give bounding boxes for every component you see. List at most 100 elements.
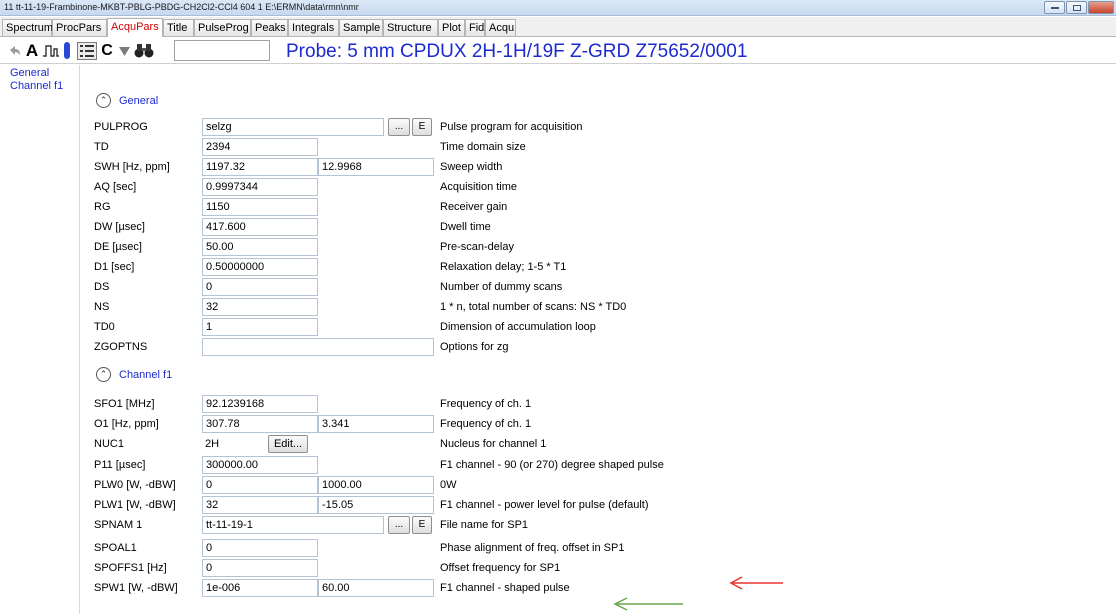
tab-acqupars[interactable]: AcquPars (107, 18, 163, 37)
param-description: 0W (440, 479, 457, 491)
param-value2-input[interactable]: 60.00 (318, 579, 434, 597)
param-description: Acquisition time (440, 181, 518, 193)
param-value-input[interactable]: 300000.00 (202, 456, 318, 474)
close-button[interactable] (1088, 1, 1114, 14)
section-general-title: General (119, 94, 159, 107)
tab-integrals[interactable]: Integrals (288, 19, 339, 36)
param-value2-input[interactable]: 3.341 (318, 415, 434, 433)
edit-spnam-button[interactable]: E (412, 516, 432, 534)
param-row-spw1: SPW1 [W, -dBW] 1e-006 60.00 F1 channel -… (0, 579, 1036, 599)
param-value-input[interactable]: 50.00 (202, 238, 318, 256)
tab-structure[interactable]: Structure (383, 19, 438, 36)
tab-sample[interactable]: Sample (339, 19, 383, 36)
param-value-input[interactable]: 92.1239168 (202, 395, 318, 413)
param-name: NUC1 (94, 438, 124, 450)
probe-label: Probe: 5 mm CPDUX 2H-1H/19F Z-GRD Z75652… (286, 41, 748, 62)
minimize-button[interactable] (1044, 1, 1065, 14)
section-general-header[interactable]: ⌃ General (96, 93, 158, 108)
param-row-rg: RG 1150 Receiver gain (0, 198, 1036, 218)
param-description: Options for zg (440, 341, 509, 353)
param-value: 2H (205, 438, 220, 450)
collapse-chevron-icon[interactable]: ⌃ (96, 367, 111, 382)
param-description: Sweep width (440, 161, 503, 173)
param-value-input[interactable]: 1150 (202, 198, 318, 216)
tube-icon[interactable] (62, 42, 72, 60)
param-name: SPNAM 1 (94, 519, 143, 531)
tab-spectrum[interactable]: Spectrum (2, 19, 53, 36)
param-value-input[interactable]: 0 (202, 278, 318, 296)
c-icon[interactable]: C (100, 42, 114, 60)
green-arrow-icon (613, 597, 683, 611)
param-row-p11: P11 [µsec] 300000.00 F1 channel - 90 (or… (0, 456, 1036, 476)
param-description: Pulse program for acquisition (440, 121, 583, 133)
param-value-input[interactable]: tt-11-19-1 (202, 516, 384, 534)
tab-title[interactable]: Title (163, 19, 194, 36)
param-value-input[interactable]: 0 (202, 476, 318, 494)
collapse-chevron-icon[interactable]: ⌃ (96, 93, 111, 108)
edit-nucleus-button[interactable]: Edit... (268, 435, 308, 453)
param-description: Time domain size (440, 141, 526, 153)
tab-procpars[interactable]: ProcPars (52, 19, 107, 36)
param-value-input[interactable]: selzg (202, 118, 384, 136)
param-row-ds: DS 0 Number of dummy scans (0, 278, 1036, 298)
nav-item-channel-f1[interactable]: Channel f1 (0, 80, 79, 93)
param-value2-input[interactable]: 1000.00 (318, 476, 434, 494)
tab-fid[interactable]: Fid (465, 19, 485, 36)
section-channel-f1-header[interactable]: ⌃ Channel f1 (96, 367, 172, 382)
search-input[interactable] (174, 40, 270, 61)
param-value-input[interactable]: 307.78 (202, 415, 318, 433)
param-row-spnam1: SPNAM 1 tt-11-19-1 ... E File name for S… (0, 516, 1036, 536)
param-name: SPW1 [W, -dBW] (94, 582, 178, 594)
param-name: SWH [Hz, ppm] (94, 161, 170, 173)
undo-icon[interactable] (6, 42, 22, 60)
param-value2-input[interactable]: 12.9968 (318, 158, 434, 176)
binoculars-icon[interactable] (134, 42, 154, 60)
param-value-input[interactable]: 0.50000000 (202, 258, 318, 276)
browse-button[interactable]: ... (388, 118, 410, 136)
tab-peaks[interactable]: Peaks (251, 19, 288, 36)
param-value-input[interactable]: 1e-006 (202, 579, 318, 597)
param-description: Receiver gain (440, 201, 508, 213)
param-value-input[interactable] (202, 338, 434, 356)
param-name: D1 [sec] (94, 261, 135, 273)
tab-plot[interactable]: Plot (438, 19, 465, 36)
pulse-program-icon[interactable] (42, 42, 60, 60)
param-value-input[interactable]: 0 (202, 539, 318, 557)
param-description: Offset frequency for SP1 (440, 562, 561, 574)
edit-pulprog-button[interactable]: E (412, 118, 432, 136)
tab-acqu[interactable]: Acqu (485, 19, 516, 36)
param-name: SFO1 [MHz] (94, 398, 155, 410)
param-description: Frequency of ch. 1 (440, 418, 532, 430)
param-value-input[interactable]: 0 (202, 559, 318, 577)
param-value2-input[interactable]: -15.05 (318, 496, 434, 514)
param-row-d1: D1 [sec] 0.50000000 Relaxation delay; 1-… (0, 258, 1036, 278)
param-value-input[interactable]: 0.9997344 (202, 178, 318, 196)
nav-item-general[interactable]: General (0, 67, 79, 80)
param-row-nuc1: NUC1 2H Edit... Nucleus for channel 1 (0, 435, 1036, 455)
param-row-td0: TD0 1 Dimension of accumulation loop (0, 318, 1036, 338)
font-a-icon[interactable]: A (24, 41, 40, 60)
table-view-icon[interactable] (77, 42, 97, 60)
param-name: PLW0 [W, -dBW] (94, 479, 176, 491)
param-value-input[interactable]: 1197.32 (202, 158, 318, 176)
filter-icon[interactable] (118, 42, 130, 60)
param-value-input[interactable]: 32 (202, 298, 318, 316)
param-value-input[interactable]: 32 (202, 496, 318, 514)
param-value-input[interactable]: 2394 (202, 138, 318, 156)
maximize-button[interactable] (1066, 1, 1087, 14)
param-value-input[interactable]: 417.600 (202, 218, 318, 236)
param-value-input[interactable]: 1 (202, 318, 318, 336)
param-description: Frequency of ch. 1 (440, 398, 532, 410)
param-description: F1 channel - shaped pulse (440, 582, 570, 594)
param-description: F1 channel - 90 (or 270) degree shaped p… (440, 459, 664, 471)
param-description: 1 * n, total number of scans: NS * TD0 (440, 301, 627, 313)
param-description: Relaxation delay; 1-5 * T1 (440, 261, 567, 273)
param-row-spoffs1: SPOFFS1 [Hz] 0 Offset frequency for SP1 (0, 559, 1036, 579)
tab-pulseprog[interactable]: PulseProg (194, 19, 251, 36)
browse-button[interactable]: ... (388, 516, 410, 534)
param-name: TD0 (94, 321, 115, 333)
param-name: O1 [Hz, ppm] (94, 418, 159, 430)
param-row-pulprog: PULPROG selzg ... E Pulse program for ac… (0, 118, 1036, 138)
param-name: DS (94, 281, 110, 293)
param-name: NS (94, 301, 110, 313)
